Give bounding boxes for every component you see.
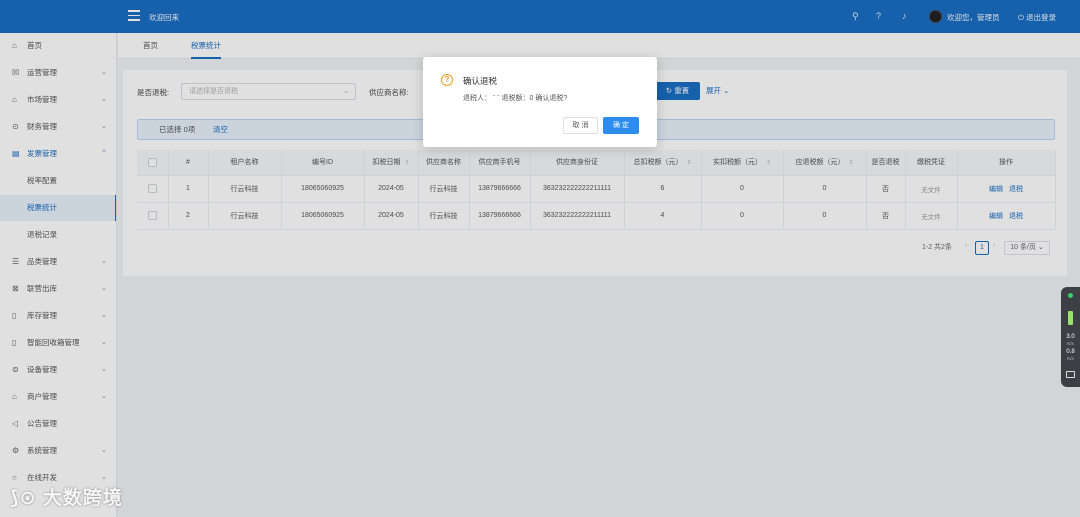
confirm-refund-dialog: ? 确认退税 退税人： ˉ ˉ 退税额：0 确认退税? 取 消 确 定 [423, 57, 657, 147]
dialog-message: 退税人： ˉ ˉ 退税额：0 确认退税? [463, 95, 568, 102]
upload-unit: K/s [1067, 341, 1074, 346]
watermark-text: 大数跨境 [42, 488, 123, 509]
camera-icon[interactable] [1066, 371, 1075, 378]
upload-speed: 3.0 [1066, 334, 1075, 340]
download-unit: K/s [1067, 356, 1074, 361]
status-dot-icon [1068, 293, 1073, 298]
question-icon: ? [441, 74, 453, 86]
confirm-button[interactable]: 确 定 [603, 117, 639, 134]
cancel-button[interactable]: 取 消 [563, 117, 598, 134]
watermark-logo: ⟆⊙ 大数跨境 [10, 483, 123, 510]
logo-icon: ⟆⊙ [10, 488, 37, 509]
download-speed: 0.8 [1066, 349, 1075, 355]
dialog-title: 确认退税 [463, 76, 498, 86]
network-speed-widget[interactable]: 3.0 K/s 0.8 K/s [1061, 287, 1080, 387]
usage-bar-icon [1068, 311, 1073, 325]
